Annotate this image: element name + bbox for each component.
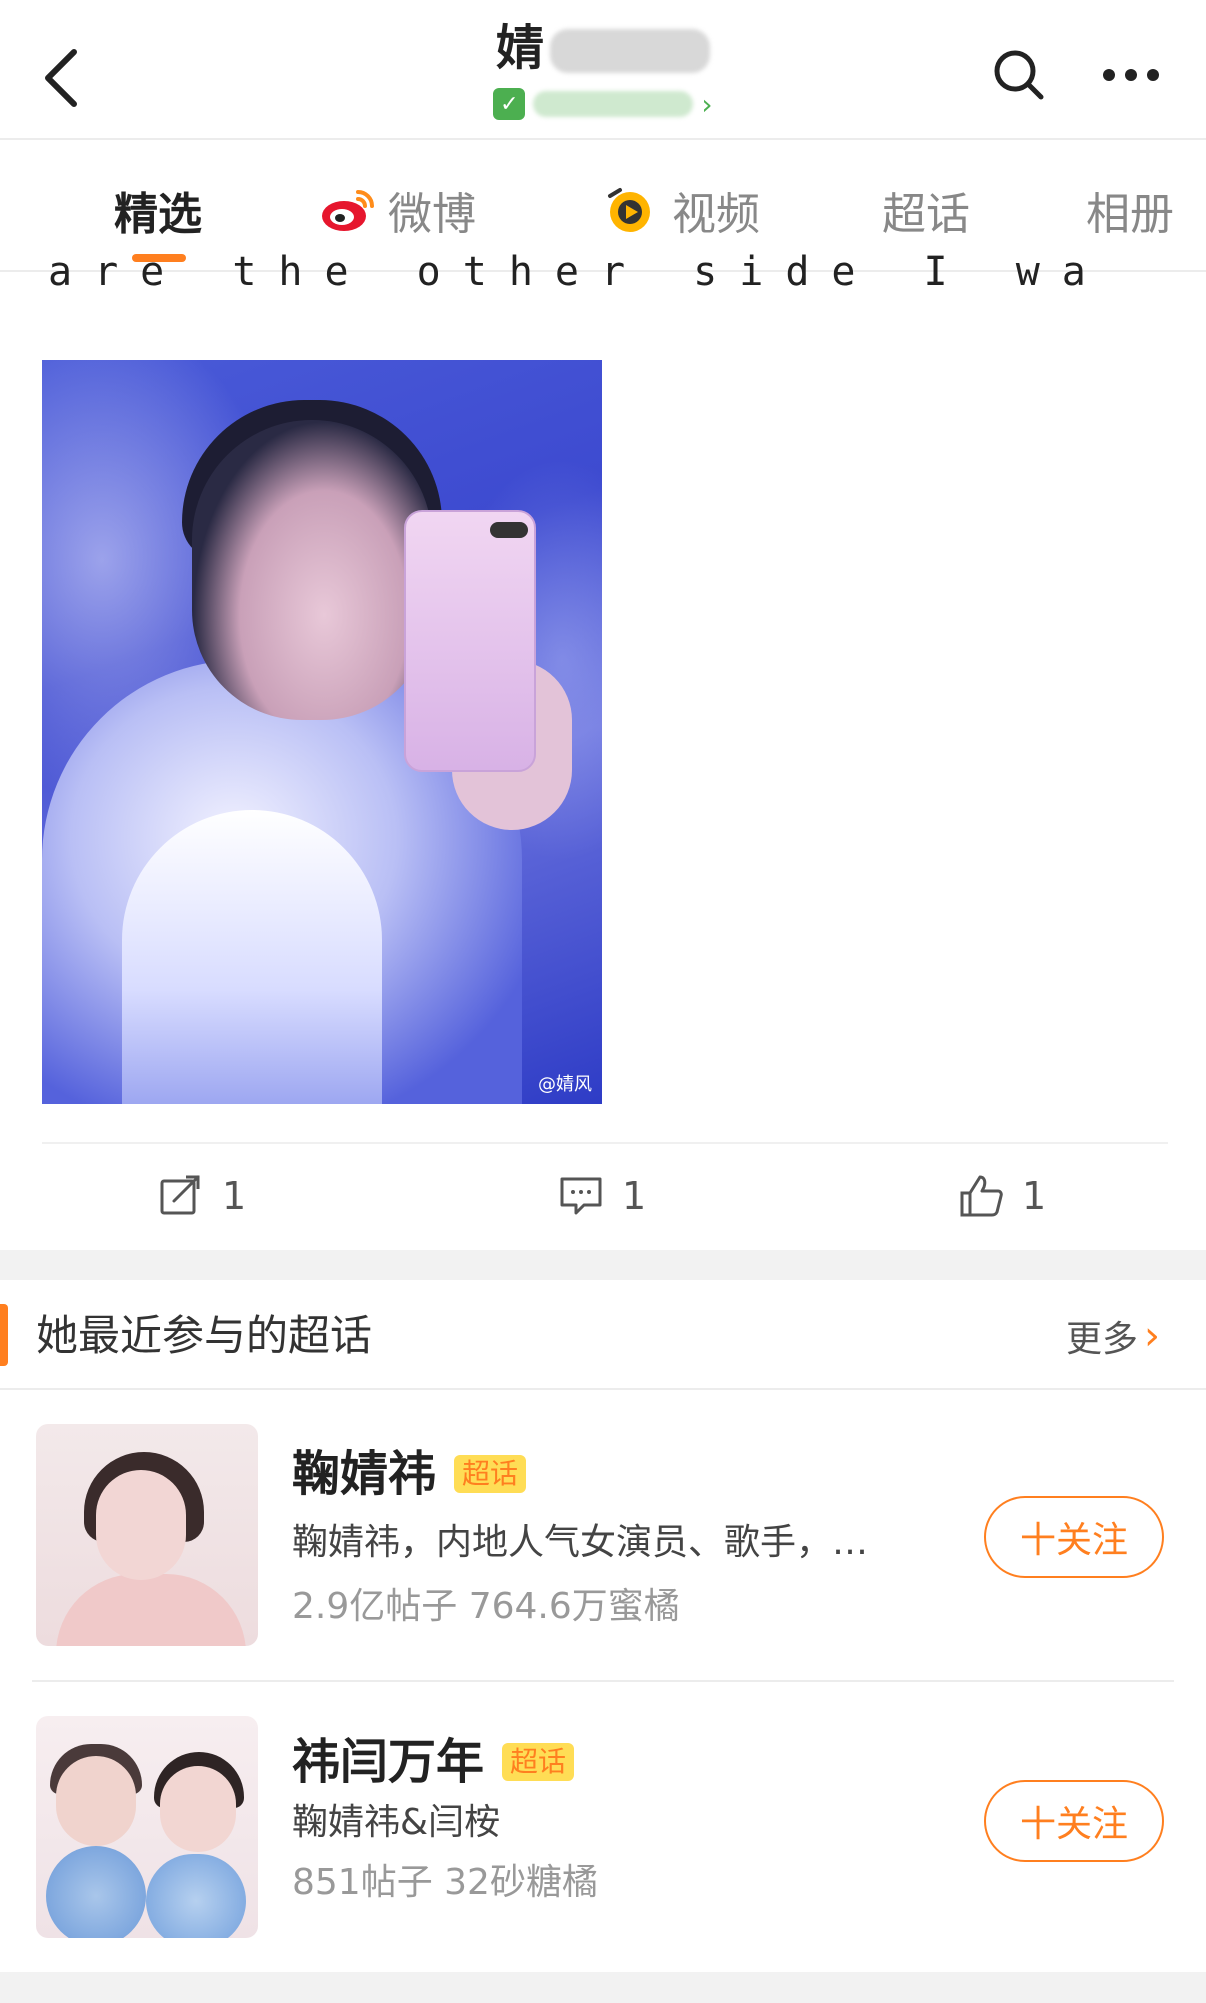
topic-description: 鞠婧祎，内地人气女演员、歌手，… — [292, 1522, 869, 1563]
comment-icon — [560, 1177, 602, 1215]
profile-title[interactable]: 婧 ✓ › — [400, 18, 806, 128]
tab-video[interactable]: 视频 — [604, 180, 760, 240]
search-button[interactable] — [984, 40, 1054, 110]
weibo-logo-icon — [322, 190, 374, 231]
post-text: are the other side I want to reach. — [48, 252, 1088, 292]
top-nav-bar: 婧 ✓ › — [0, 0, 1206, 140]
super-topic-badge: 超话 — [454, 1455, 527, 1493]
super-topic-item[interactable]: 祎闫万年 超话 鞠婧祎&闫桉 851帖子 32砂糖橘 十关注 — [0, 1694, 1206, 1972]
search-icon — [994, 50, 1044, 100]
topic-thumbnail — [36, 1716, 258, 1938]
calendar-check-icon: ✓ — [493, 88, 526, 120]
super-topics-header: 她最近参与的超话 更多 › — [0, 1282, 1206, 1390]
thumbs-up-icon — [960, 1175, 1003, 1217]
topic-name: 鞠婧祎 — [292, 1446, 437, 1502]
more-button[interactable] — [1096, 40, 1166, 110]
verified-subtitle: ✓ › — [400, 84, 806, 124]
back-button[interactable] — [28, 38, 92, 118]
page-title: 婧 — [495, 20, 544, 76]
chevron-right-icon: › — [1144, 1313, 1161, 1359]
tab-featured[interactable]: 精选 — [114, 180, 202, 240]
repost-button[interactable]: 1 — [158, 1168, 246, 1224]
more-dots-icon — [1103, 69, 1159, 81]
comment-button[interactable]: 1 — [558, 1168, 646, 1224]
topic-description: 鞠婧祎&闫桉 — [292, 1802, 501, 1843]
follow-button[interactable]: 十关注 — [984, 1780, 1164, 1862]
blurred-subtitle — [533, 91, 694, 117]
more-link[interactable]: 更多 › — [1066, 1310, 1160, 1362]
section-separator — [0, 1972, 1206, 2003]
like-button[interactable]: 1 — [958, 1168, 1046, 1224]
chevron-left-icon — [45, 49, 77, 107]
post-action-bar: 1 1 1 — [0, 1144, 1206, 1248]
tab-super-topic[interactable]: 超话 — [882, 180, 970, 240]
topic-stats: 2.9亿帖子 764.6万蜜橘 — [292, 1586, 680, 1627]
section-separator — [0, 1250, 1206, 1280]
tab-album[interactable]: 相册 — [1086, 180, 1174, 240]
tab-weibo[interactable]: 微博 — [320, 180, 476, 240]
topic-name: 祎闫万年 — [292, 1734, 485, 1790]
divider — [32, 1680, 1174, 1682]
topic-stats: 851帖子 32砂糖橘 — [292, 1862, 598, 1903]
section-accent-bar — [0, 1304, 8, 1366]
super-topic-badge: 超话 — [502, 1743, 575, 1781]
image-watermark: @婧风 — [538, 1074, 592, 1095]
follow-button[interactable]: 十关注 — [984, 1496, 1164, 1578]
post-image[interactable]: @婧风 — [42, 360, 602, 1104]
chevron-right-icon: › — [701, 87, 713, 121]
section-title: 她最近参与的超话 — [36, 1311, 373, 1360]
super-topic-item[interactable]: 鞠婧祎 超话 鞠婧祎，内地人气女演员、歌手，… 2.9亿帖子 764.6万蜜橘 … — [0, 1402, 1206, 1680]
repost-icon — [160, 1175, 200, 1215]
topic-thumbnail — [36, 1424, 258, 1646]
blurred-name — [550, 29, 710, 73]
video-icon — [608, 188, 650, 232]
